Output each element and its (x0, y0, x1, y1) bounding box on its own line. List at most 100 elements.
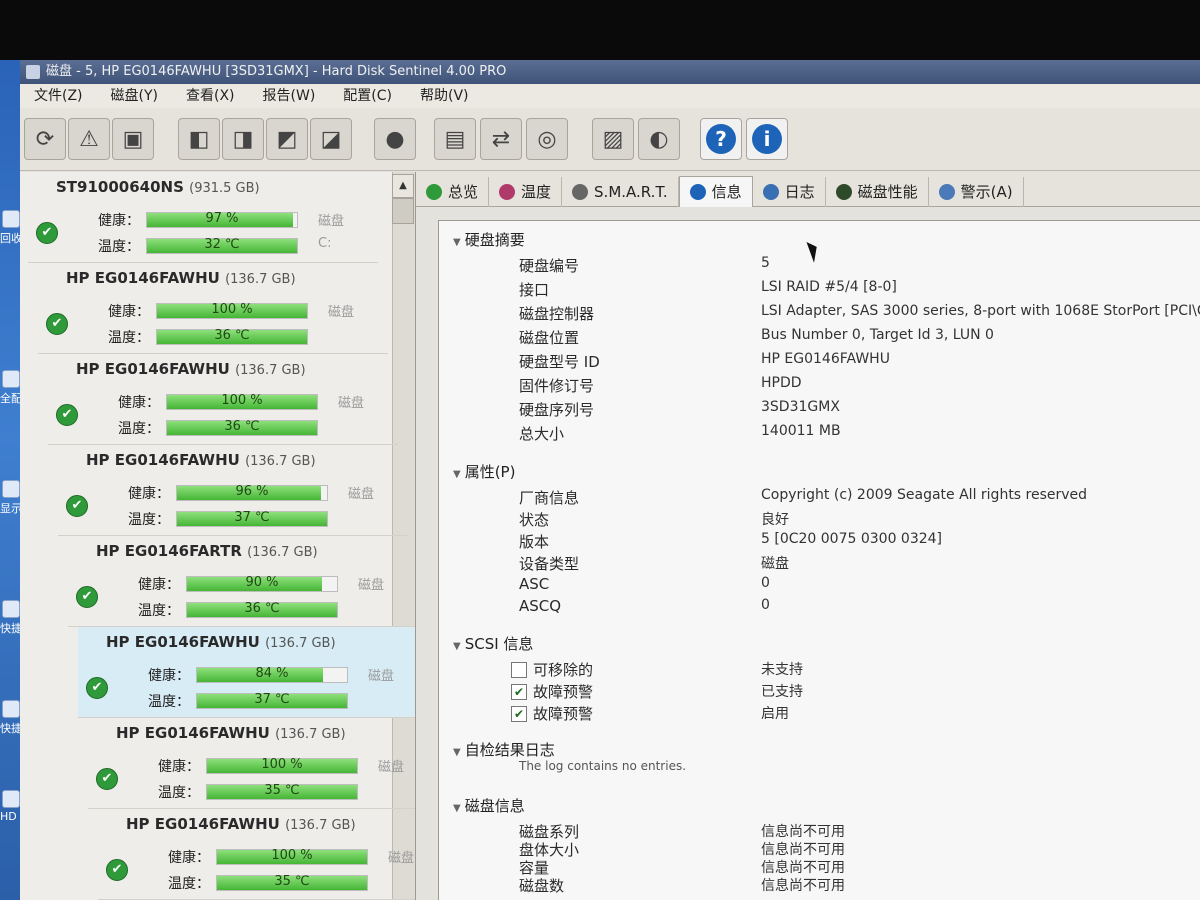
info-key: 设备类型 (519, 555, 580, 573)
summary-section-title: 硬盘摘要 (464, 231, 525, 249)
hdd-settings-icon[interactable]: ◨ (222, 118, 264, 160)
scroll-up-arrow-icon[interactable]: ▲ (392, 174, 414, 198)
hdd-icon[interactable]: ◧ (178, 118, 220, 160)
collapse-triangle-icon[interactable]: ▼ (453, 469, 461, 480)
tab-log[interactable]: 日志 (753, 177, 826, 207)
health-label: 健康： (98, 213, 140, 229)
disk-type-tag: 磁盘 (358, 578, 385, 593)
title-bar: 磁盘 - 5, HP EG0146FAWHU [3SD31GMX] - Hard… (20, 60, 1200, 84)
info-icon[interactable]: i (746, 118, 788, 160)
scsi-section[interactable]: ▼ SCSI 信息 (453, 633, 533, 654)
network-icon[interactable]: ◎ (526, 118, 568, 160)
monitor-icon[interactable]: ▨ (592, 118, 634, 160)
tab-alert[interactable]: 警示(A) (929, 177, 1024, 207)
desktop-shortcut-icon[interactable] (2, 790, 20, 808)
scroll-thumb[interactable] (392, 198, 414, 224)
disk-name: ST91000640NS (931.5 GB) (56, 178, 260, 196)
refresh-icon[interactable]: ⟳ (24, 118, 66, 160)
hdd-test-icon[interactable]: ◪ (310, 118, 352, 160)
collapse-triangle-icon[interactable]: ▼ (453, 747, 461, 758)
disk-list-item[interactable]: HP EG0146FAWHU (136.7 GB) ✔ 健康： 84 % 温度： 37 ℃… (78, 627, 415, 718)
tab-info[interactable]: 信息 (678, 176, 753, 207)
disk-name: HP EG0146FAWHU (136.7 GB) (126, 815, 356, 833)
disk-size: (136.7 GB) (247, 545, 318, 560)
disk-surface-icon[interactable]: ● (374, 118, 416, 160)
desktop-shortcut-icon[interactable] (2, 480, 20, 498)
temperature-bar: 32 ℃ (146, 237, 298, 254)
temperature-value: 35 ℃ (274, 874, 310, 889)
disk-list-item[interactable]: HP EG0146FAWHU (136.7 GB) ✔ 健康： 100 % 温度： 36 … (48, 354, 398, 445)
speaker-icon[interactable]: ◐ (638, 118, 680, 160)
collapse-triangle-icon[interactable]: ▼ (453, 803, 461, 814)
help-glyph: ? (706, 124, 736, 154)
disk-size: (136.7 GB) (275, 727, 346, 742)
disk-name: HP EG0146FAWHU (136.7 GB) (116, 724, 346, 742)
menu-item[interactable]: 查看(X) (172, 84, 249, 108)
temperature-bar: 37 ℃ (176, 510, 328, 527)
temperature-value: 35 ℃ (264, 783, 300, 798)
temperature-bar: 35 ℃ (216, 874, 368, 891)
disk-model: HP EG0146FAWHU (76, 360, 230, 378)
desktop-shortcut-icon[interactable] (2, 700, 20, 718)
info-value: 启用 (761, 706, 789, 722)
disk-type-tag: 磁盘 (338, 396, 365, 411)
health-ok-icon: ✔ (66, 495, 88, 517)
disk-info-section-title: 磁盘信息 (464, 797, 525, 815)
menu-item[interactable]: 文件(Z) (20, 84, 97, 108)
selftest-section[interactable]: ▼ 自检结果日志 (453, 739, 555, 760)
checkbox[interactable]: ✔ (511, 706, 527, 722)
info-value: 3SD31GMX (761, 399, 840, 415)
help-icon[interactable]: ? (700, 118, 742, 160)
health-ok-icon: ✔ (56, 404, 78, 426)
disk-list-panel: ▲ ST91000640NS (931.5 GB) ✔ 健康： 97 % 温度： 32 ℃… (20, 172, 416, 900)
tab-check[interactable]: 总览 (416, 177, 490, 207)
window-title: 磁盘 - 5, HP EG0146FAWHU [3SD31GMX] - Hard… (46, 64, 507, 79)
collapse-triangle-icon[interactable]: ▼ (453, 237, 461, 248)
disk-name: HP EG0146FAWHU (136.7 GB) (86, 451, 316, 469)
checkbox[interactable]: ✔ (511, 684, 527, 700)
collapse-triangle-icon[interactable]: ▼ (453, 641, 461, 652)
desktop-shortcut-icon[interactable] (2, 210, 20, 228)
health-bar: 100 % (156, 302, 308, 319)
disk-list-item[interactable]: ST91000640NS (931.5 GB) ✔ 健康： 97 % 温度： 32 ℃ 磁盘… (28, 172, 378, 263)
hdd-health-icon[interactable]: ◩ (266, 118, 308, 160)
desktop-shortcut-icon[interactable] (2, 370, 20, 388)
tab-performance[interactable]: 磁盘性能 (826, 177, 929, 207)
health-ok-icon: ✔ (46, 313, 68, 335)
disk-size: (136.7 GB) (285, 818, 356, 833)
desktop-shortcut-icon[interactable] (2, 600, 20, 618)
temperature-value: 36 ℃ (224, 419, 260, 434)
report-icon[interactable]: ▤ (434, 118, 476, 160)
disk-list-item[interactable]: HP EG0146FAWHU (136.7 GB) ✔ 健康： 100 % 温度： 36 … (38, 263, 388, 354)
disk-info-section[interactable]: ▼ 磁盘信息 (453, 795, 525, 816)
menu-item[interactable]: 报告(W) (249, 84, 330, 108)
disk-list-item[interactable]: HP EG0146FAWHU (136.7 GB) ✔ 健康： 100 % 温度： 35 … (88, 718, 415, 809)
disk-list-item[interactable]: HP EG0146FAWHU (136.7 GB) ✔ 健康： 96 % 温度： 37 ℃… (58, 445, 408, 536)
warning-icon[interactable]: ⚠ (68, 118, 110, 160)
disk-name: HP EG0146FAWHU (136.7 GB) (106, 633, 336, 651)
disk-list-item[interactable]: HP EG0146FARTR (136.7 GB) ✔ 健康： 90 % 温度： 36 ℃… (68, 536, 415, 627)
disk-model: HP EG0146FAWHU (126, 815, 280, 833)
tab-thermometer[interactable]: 温度 (489, 177, 563, 207)
health-ok-icon: ✔ (36, 222, 58, 244)
menu-item[interactable]: 磁盘(Y) (97, 84, 172, 108)
alert-icon (938, 184, 955, 200)
checkbox[interactable] (511, 662, 527, 678)
info-value: LSI RAID #5/4 [8-0] (761, 279, 897, 295)
info-key: 厂商信息 (519, 489, 580, 507)
info-value: 磁盘 (761, 556, 789, 572)
disk-image-icon[interactable]: ▣ (112, 118, 154, 160)
sync-icon[interactable]: ⇄ (480, 118, 522, 160)
health-bar: 97 % (146, 211, 298, 228)
menu-item[interactable]: 帮助(V) (406, 84, 483, 108)
tab-smart[interactable]: S.M.A.R.T. (562, 177, 679, 207)
tab-label: 温度 (521, 183, 552, 201)
menu-item[interactable]: 配置(C) (329, 84, 406, 108)
properties-section[interactable]: ▼ 属性(P) (453, 461, 515, 482)
health-bar: 100 % (206, 757, 358, 774)
summary-section[interactable]: ▼ 硬盘摘要 (453, 229, 525, 250)
disk-list-item[interactable]: HP EG0146FAWHU (136.7 GB) ✔ 健康： 100 % 温度： 35 … (98, 809, 415, 900)
info-key: 硬盘编号 (519, 257, 580, 275)
health-label: 健康： (118, 395, 160, 411)
toolbar: ⟳ ⚠ ▣ ◧ ◨ ◩ ◪ ● ▤ ⇄ ◎ ▨ ◐? i (20, 108, 1200, 171)
